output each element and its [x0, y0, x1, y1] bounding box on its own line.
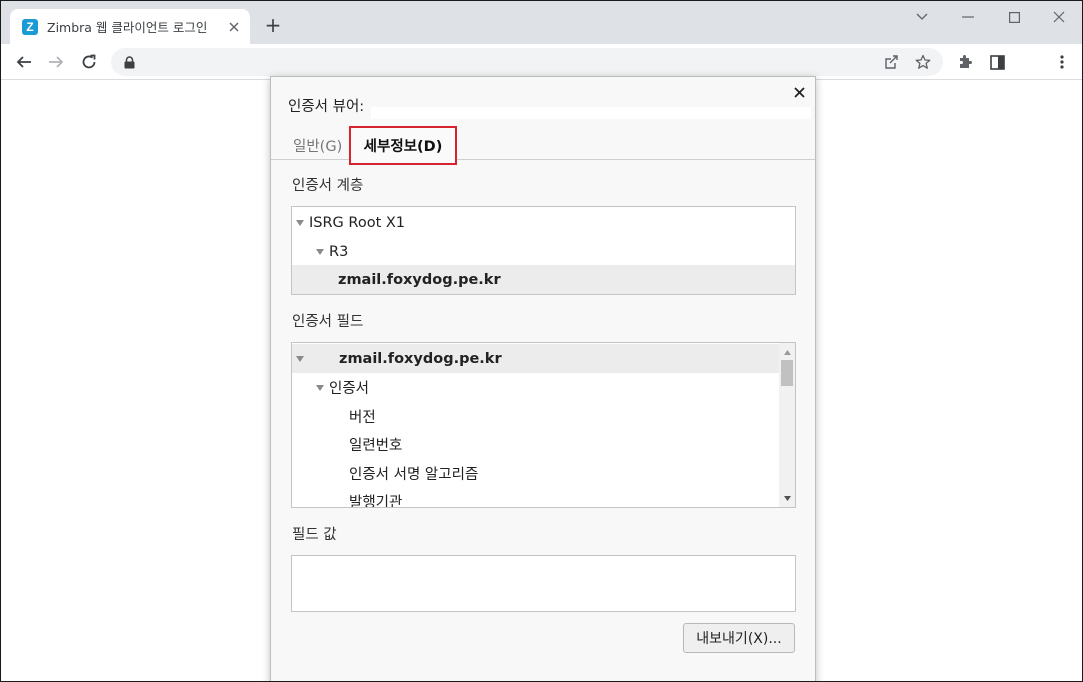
minimize-icon[interactable]	[958, 7, 978, 27]
bookmark-star-icon[interactable]	[913, 52, 933, 72]
more-menu-icon[interactable]	[1052, 52, 1072, 72]
tree-item-isrg-root[interactable]: ISRG Root X1	[292, 208, 795, 237]
forward-arrow-icon[interactable]	[46, 52, 66, 72]
dialog-tabs: 일반(G) 세부정보(D)	[271, 126, 815, 165]
field-item-certificate[interactable]: 인증서	[292, 373, 369, 402]
field-item-label: 인증서 서명 알고리즘	[349, 467, 479, 483]
field-item-label: 발행기관	[349, 495, 403, 508]
expand-triangle-icon[interactable]	[316, 248, 324, 255]
browser-toolbar	[1, 44, 1082, 80]
field-item-label: zmail.foxydog.pe.kr	[339, 350, 502, 367]
certificate-viewer-dialog: 인증서 뷰어: 일반(G) 세부정보(D) 인증서 계층 ISRG Root X…	[270, 76, 816, 681]
certificate-hierarchy-tree: ISRG Root X1 R3 zmail.foxydog.pe.kr	[291, 206, 796, 295]
export-button[interactable]: 내보내기(X)...	[683, 623, 795, 653]
back-arrow-icon[interactable]	[14, 52, 34, 72]
expand-triangle-icon[interactable]	[296, 219, 304, 226]
browser-window: Z Zimbra 웹 클라이언트 로그인 + 인증서 뷰어: 일반(G) 세부정…	[0, 0, 1083, 682]
scroll-thumb[interactable]	[781, 360, 793, 386]
fields-label: 인증서 필드	[292, 314, 364, 330]
field-item-issuer[interactable]: 발행기관	[292, 487, 403, 508]
fields-scrollbar[interactable]	[779, 343, 795, 507]
dialog-title: 인증서 뷰어:	[288, 99, 365, 115]
expand-triangle-icon[interactable]	[296, 355, 304, 362]
tree-item-label: ISRG Root X1	[309, 214, 406, 231]
tab-search-chevron-icon[interactable]	[912, 7, 932, 27]
tree-item-zmail[interactable]: zmail.foxydog.pe.kr	[292, 265, 795, 294]
address-bar[interactable]	[111, 48, 943, 76]
tab-general[interactable]: 일반(G)	[293, 135, 342, 156]
tab-close-icon[interactable]	[226, 19, 242, 35]
lock-icon[interactable]	[119, 52, 139, 72]
field-item-signature-algorithm[interactable]: 인증서 서명 알고리즘	[292, 459, 478, 488]
dialog-close-icon[interactable]	[789, 82, 809, 102]
tree-item-label: R3	[329, 243, 349, 260]
field-item-label: 일련번호	[349, 438, 403, 454]
tab-title: Zimbra 웹 클라이언트 로그인	[47, 20, 208, 35]
scroll-down-arrow-icon[interactable]	[779, 491, 795, 505]
tab-details[interactable]: 세부정보(D)	[349, 126, 457, 165]
extensions-puzzle-icon[interactable]	[955, 52, 975, 72]
dialog-title-strip	[371, 107, 811, 119]
side-panel-icon[interactable]	[987, 52, 1007, 72]
hierarchy-label: 인증서 계층	[292, 178, 364, 194]
tree-item-r3[interactable]: R3	[292, 237, 795, 266]
field-item-label: 버전	[349, 410, 376, 426]
field-item-serial-number[interactable]: 일련번호	[292, 430, 402, 459]
tab-strip: Z Zimbra 웹 클라이언트 로그인 +	[1, 1, 1082, 44]
field-item-version[interactable]: 버전	[292, 402, 376, 431]
zimbra-favicon-icon: Z	[22, 18, 38, 35]
reload-icon[interactable]	[79, 52, 99, 72]
expand-triangle-icon[interactable]	[316, 384, 324, 391]
scroll-up-arrow-icon[interactable]	[779, 345, 795, 359]
field-item-zmail[interactable]: zmail.foxydog.pe.kr	[292, 344, 779, 373]
maximize-icon[interactable]	[1004, 7, 1024, 27]
field-value-box[interactable]	[291, 555, 796, 612]
tree-item-label: zmail.foxydog.pe.kr	[338, 271, 501, 288]
window-close-icon[interactable]	[1049, 7, 1069, 27]
browser-tab-zimbra[interactable]: Z Zimbra 웹 클라이언트 로그인	[10, 9, 250, 44]
field-item-label: 인증서	[329, 381, 370, 397]
field-value-label: 필드 값	[292, 527, 337, 543]
certificate-fields-tree: zmail.foxydog.pe.kr 인증서 버전 일련번호 인증서 서명 알…	[291, 342, 796, 508]
new-tab-button[interactable]: +	[263, 13, 283, 37]
share-icon[interactable]	[882, 52, 902, 72]
